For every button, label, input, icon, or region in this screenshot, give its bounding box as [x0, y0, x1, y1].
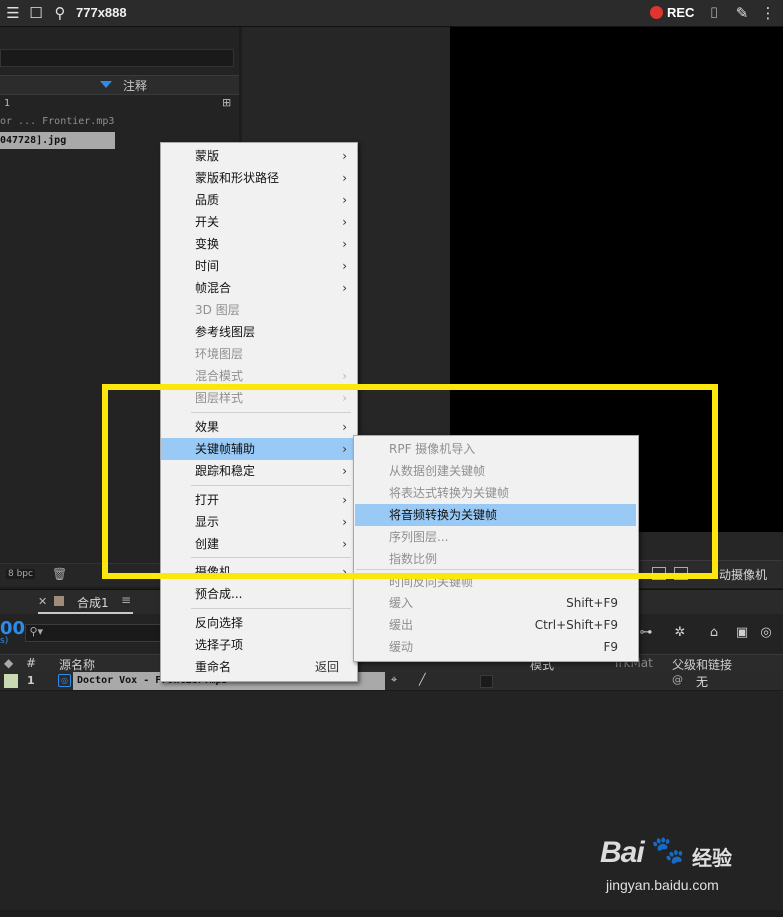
watermark-bai-text: Bai [600, 836, 645, 869]
context-menu-item: 3D 图层 [161, 299, 357, 321]
comp-color-swatch [54, 596, 64, 606]
sort-arrow-icon[interactable] [100, 81, 112, 88]
draft-3d-icon[interactable]: ✲ [672, 626, 688, 640]
context-menu-item-shortcut: 返回 [314, 660, 339, 674]
chevron-right-icon: › [342, 237, 347, 251]
trash-icon[interactable]: 🗑 [52, 567, 67, 581]
pickwhip-icon[interactable]: @ [672, 673, 683, 686]
pen-icon[interactable]: ✎ [733, 4, 751, 22]
baidu-jingyan-watermark: Bai 🐾 经验 jingyan.baidu.com [600, 832, 750, 902]
number-column-label[interactable]: # [26, 656, 36, 670]
chevron-right-icon: › [342, 149, 347, 163]
context-menu-item[interactable]: 反向选择 [161, 612, 357, 634]
camera-icon[interactable]: ⌷ [705, 4, 723, 22]
context-menu-item[interactable]: 开关 › [161, 211, 357, 233]
record-button[interactable]: REC [667, 5, 694, 20]
context-menu-item[interactable]: 蒙版 › [161, 145, 357, 167]
flowchart-icon[interactable]: ⊶ [638, 626, 654, 640]
chevron-right-icon: › [342, 193, 347, 207]
audio-layer-icon: ◎ [58, 674, 71, 687]
context-menu-item[interactable]: 参考线图层 [161, 321, 357, 343]
bit-depth-button[interactable]: 8 bpc [6, 569, 35, 579]
record-dot-icon[interactable] [650, 6, 663, 19]
context-menu-item-label: 重命名 [195, 660, 232, 674]
project-item-image[interactable]: 047728].jpg [0, 132, 115, 149]
context-menu-item-label: 开关 [195, 215, 220, 229]
frame-rate-label: s) [0, 636, 9, 646]
search-icon[interactable]: ⚲ [51, 4, 69, 22]
context-menu-item[interactable]: 蒙版和形状路径 › [161, 167, 357, 189]
context-menu-item-label: 选择子项 [195, 638, 244, 652]
context-menu-item-label: 变换 [195, 237, 220, 251]
capture-size-label: 777x888 [76, 5, 127, 20]
context-menu-item-label: 品质 [195, 193, 220, 207]
layer-label-color[interactable] [4, 674, 18, 688]
layer-number: 1 [27, 674, 35, 687]
context-menu-item-label: 蒙版 [195, 149, 220, 163]
project-search-input[interactable] [0, 49, 234, 67]
window-icon[interactable]: ☐ [27, 4, 45, 22]
chevron-right-icon: › [342, 215, 347, 229]
watermark-url: jingyan.baidu.com [606, 877, 719, 893]
context-menu-item[interactable]: 选择子项 [161, 634, 357, 656]
context-menu-item-label: 蒙版和形状路径 [195, 171, 280, 185]
submenu-item-label: 缓动 [389, 640, 414, 654]
comment-column-label[interactable]: 注释 [123, 77, 147, 94]
paw-logo-icon: 🐾 [651, 835, 685, 866]
submenu-item-label: 缓入 [389, 596, 414, 610]
context-menu-item-label: 参考线图层 [195, 325, 256, 339]
parent-column-label[interactable]: 父级和链接 [672, 656, 732, 673]
layer-switch-box[interactable] [480, 675, 493, 688]
menu-separator [191, 608, 351, 609]
menu-icon[interactable]: ☰ [4, 4, 22, 22]
context-menu-item[interactable]: 变换 › [161, 233, 357, 255]
motion-blur-icon[interactable]: ◎ [758, 626, 774, 640]
submenu-item: 缓出 Ctrl+Shift+F9 [355, 614, 636, 636]
source-name-column-label[interactable]: 源名称 [59, 656, 95, 673]
shy-layers-icon[interactable]: ⌂ [706, 626, 722, 640]
highlight-annotation-box [102, 384, 718, 579]
quality-switch-icon[interactable]: ╱ [419, 673, 426, 686]
hierarchy-icon[interactable]: ⊞ [222, 96, 236, 109]
parent-dropdown[interactable]: 无 [696, 673, 708, 690]
context-menu-item[interactable]: 时间 › [161, 255, 357, 277]
context-menu-item[interactable]: 重命名 返回 [161, 656, 357, 678]
context-menu-item[interactable]: 帧混合 › [161, 277, 357, 299]
recorder-toolbar: ☰ ☐ ⚲ 777x888 REC ⌷ ✎ ⋮ [0, 0, 783, 27]
chevron-right-icon: › [342, 171, 347, 185]
context-menu-item-label: 环境图层 [195, 347, 244, 361]
more-icon[interactable]: ⋮ [759, 4, 777, 22]
layer-row[interactable]: 1 ◎ Doctor Vox - Frontier.mp3 ⌖ ╱ @ 无 [0, 672, 783, 691]
context-menu-item-label: 帧混合 [195, 281, 232, 295]
context-menu-item: 环境图层 [161, 343, 357, 365]
submenu-item: 缓动 F9 [355, 636, 636, 658]
context-menu-item-label: 时间 [195, 259, 220, 273]
submenu-item-label: 缓出 [389, 618, 414, 632]
project-column-header: 注释 [0, 75, 239, 95]
context-menu-item-label: 反向选择 [195, 616, 244, 630]
project-item-count: 1 [4, 98, 11, 109]
submenu-item-shortcut: F9 [603, 640, 618, 654]
active-camera-dropdown[interactable]: 动摄像机 [719, 566, 767, 583]
submenu-item-shortcut: Shift+F9 [566, 596, 618, 610]
context-menu-item[interactable]: 预合成... [161, 583, 357, 605]
tab-menu-icon[interactable]: ≡ [121, 593, 131, 607]
active-tab-indicator [38, 612, 133, 614]
shy-switch-icon[interactable]: ⌖ [391, 673, 397, 687]
submenu-item-shortcut: Ctrl+Shift+F9 [534, 618, 618, 632]
tab-composition[interactable]: 合成1 [77, 594, 109, 611]
watermark-jingyan-text: 经验 [692, 846, 732, 870]
frame-blending-icon[interactable]: ▣ [734, 626, 750, 640]
chevron-right-icon: › [342, 281, 347, 295]
project-item-audio[interactable]: or ... Frontier.mp3 [0, 116, 114, 127]
context-menu-item-label: 3D 图层 [195, 303, 240, 317]
submenu-item: 缓入 Shift+F9 [355, 592, 636, 614]
timeline-search-input[interactable]: ⚲▾ [25, 624, 167, 642]
context-menu-item[interactable]: 品质 › [161, 189, 357, 211]
label-column-icon[interactable]: ◆ [4, 656, 13, 670]
context-menu-item-label: 预合成... [195, 587, 243, 601]
chevron-right-icon: › [342, 259, 347, 273]
close-icon[interactable]: ✕ [38, 595, 47, 608]
